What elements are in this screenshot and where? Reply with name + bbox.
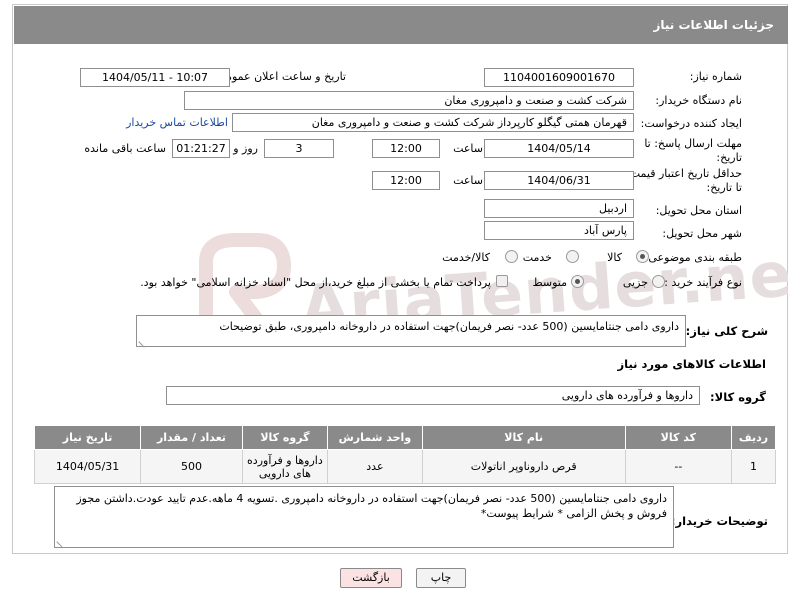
need-number-label: شماره نیاز: [689, 70, 742, 83]
price-date-field: 1404/06/31 [484, 171, 634, 190]
cell-code: -- [624, 449, 732, 484]
buyer-notes-field: داروی دامی جنتامایسین (500 عدد- نصر فریم… [54, 486, 674, 548]
process-label: نوع فرآیند خرید : [664, 276, 742, 289]
col-code: کد کالا [624, 425, 732, 450]
description-label: شرح کلی نیاز: [685, 324, 768, 338]
cell-name: قرص داروناوپر اناتولات [421, 449, 626, 484]
category-goods-label: کالا [607, 251, 622, 264]
buyer-org-field: شرکت کشت و صنعت و دامپروری مغان [184, 91, 634, 110]
description-field: داروی دامی جنتامایسین (500 عدد- نصر فریم… [136, 315, 686, 347]
reply-date-field: 1404/05/14 [484, 139, 634, 158]
process-medium-label: متوسط [532, 276, 567, 289]
creator-field: قهرمان همتی گیگلو کارپرداز شرکت کشت و صن… [232, 113, 634, 132]
category-service-label: خدمت [522, 251, 552, 264]
announce-field: 1404/05/11 - 10:07 [80, 68, 230, 87]
col-date: تاریخ نیاز [33, 425, 142, 450]
col-group: گروه کالا [241, 425, 329, 450]
category-both-label: کالا/خدمت [442, 251, 490, 264]
table-row: 1 -- قرص داروناوپر اناتولات عدد داروها و… [33, 449, 777, 484]
back-button[interactable]: بازگشت [340, 568, 402, 588]
goods-group-field: داروها و فرآورده های دارویی [166, 386, 700, 405]
cell-row: 1 [730, 449, 777, 484]
need-number-field: 1104001609001670 [484, 68, 634, 87]
reply-deadline-label: مهلت ارسال پاسخ: تا [644, 137, 742, 150]
category-goods-radio[interactable] [636, 250, 649, 263]
category-both-radio[interactable] [505, 250, 518, 263]
process-medium-radio[interactable] [571, 275, 584, 288]
province-field: اردبیل [484, 199, 634, 218]
reply-deadline-label-2: تاریخ: [716, 151, 742, 164]
creator-label: ایجاد کننده درخواست: [640, 117, 742, 130]
category-label: طبقه بندی موضوعی: [644, 251, 742, 264]
process-minor-radio[interactable] [652, 275, 665, 288]
cell-group: داروها و فرآورده های دارویی [241, 449, 329, 484]
city-field: پارس آباد [484, 221, 634, 240]
city-label: شهر محل تحویل: [662, 227, 742, 240]
cell-qty: 500 [140, 449, 243, 484]
announce-label: تاریخ و ساعت اعلان عمومی: [213, 70, 346, 83]
cell-unit: عدد [327, 449, 423, 484]
buyer-notes-label: توضیحات خریدار: [670, 514, 768, 528]
panel-title: جزئیات اطلاعات نیاز [14, 6, 788, 44]
price-deadline-label: حداقل تاریخ اعتبار قیمت: [626, 167, 742, 180]
payment-note: پرداخت تمام یا بخشی از مبلغ خرید،از محل … [140, 276, 491, 289]
process-minor-label: جزیی [622, 276, 648, 289]
goods-section-title: اطلاعات کالاهای مورد نیاز [617, 357, 766, 371]
print-button[interactable]: چاپ [416, 568, 466, 588]
days-field: 3 [264, 139, 334, 158]
reply-time-label: ساعت [453, 142, 483, 155]
reply-time-field: 12:00 [372, 139, 440, 158]
treasury-checkbox[interactable] [496, 275, 508, 287]
category-service-radio[interactable] [566, 250, 579, 263]
days-label: روز و [233, 142, 258, 155]
goods-group-label: گروه کالا: [710, 390, 766, 404]
price-deadline-label-2: تا تاریخ: [706, 181, 742, 194]
price-time-label: ساعت [453, 174, 483, 187]
goods-table: ردیف کد کالا نام کالا واحد شمارش گروه کا… [33, 425, 777, 484]
col-qty: تعداد / مقدار [140, 425, 243, 450]
col-name: نام کالا [421, 425, 626, 450]
cell-date: 1404/05/31 [33, 449, 142, 484]
remaining-label: ساعت باقی مانده [84, 142, 166, 155]
col-unit: واحد شمارش [327, 425, 423, 450]
remaining-time-field: 01:21:27 [172, 139, 230, 158]
price-time-field: 12:00 [372, 171, 440, 190]
buyer-org-label: نام دستگاه خریدار: [655, 94, 742, 107]
buyer-contact-link[interactable]: اطلاعات تماس خریدار [126, 116, 228, 129]
col-row: ردیف [730, 425, 777, 450]
goods-table-header: ردیف کد کالا نام کالا واحد شمارش گروه کا… [33, 425, 777, 450]
province-label: استان محل تحویل: [655, 204, 742, 217]
